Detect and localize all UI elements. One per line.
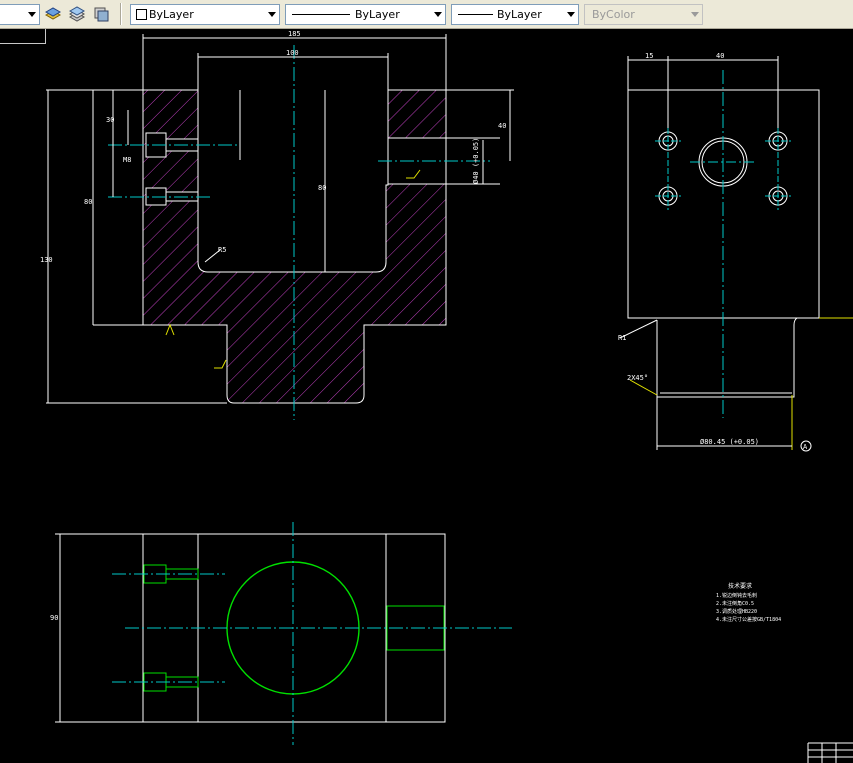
dim-base: Ø80.45 (+0.05): [700, 438, 759, 446]
plotstyle-dropdown: ByColor: [584, 4, 703, 25]
small-dropdown[interactable]: [0, 4, 40, 25]
dim-left-overall: 130: [40, 256, 53, 264]
title-block: [807, 742, 853, 763]
linetype-dropdown[interactable]: ByLayer: [285, 4, 446, 25]
technical-notes: 技术要求 1.锐边倒钝去毛刺 2.未注倒角C0.5 3.调质处理HB220 4.…: [716, 582, 781, 623]
toolbar-separator: [120, 3, 122, 25]
properties-toolbar: ByLayer ByLayer ByLayer ByColor: [0, 0, 853, 29]
dim-bolt-spacing: 30: [106, 116, 114, 124]
layer-previous-icon[interactable]: [44, 5, 62, 23]
front-section-view: 185 100 130 80 80 30 M8 R5 40 Ø40 (+0.05…: [40, 30, 514, 420]
color-swatch-icon: [136, 9, 147, 20]
dim-flange-width: 15: [645, 52, 653, 60]
dim-chamfer: 2X45°: [627, 374, 648, 382]
dim-slot-width: 100: [286, 49, 299, 57]
datum-label: A: [803, 443, 808, 451]
note-line-3: 3.调质处理HB220: [716, 608, 757, 615]
dim-bore-spacing: 40: [716, 52, 724, 60]
dim-bolt-size: M8: [123, 156, 131, 164]
color-dropdown[interactable]: ByLayer: [130, 4, 280, 25]
note-line-4: 4.未注尺寸公差按GB/T1804: [716, 616, 781, 623]
chevron-down-icon: [28, 12, 36, 17]
dim-inner-height: 80: [84, 198, 92, 206]
lineweight-value: ByLayer: [497, 8, 542, 21]
drawing-canvas[interactable]: 185 100 130 80 80 30 M8 R5 40 Ø40 (+0.05…: [0, 29, 853, 763]
dim-side-bore: Ø40 (+0.05): [472, 138, 480, 184]
dim-radius: R1: [618, 334, 626, 342]
dim-slot-depth: 80: [318, 184, 326, 192]
color-value: ByLayer: [149, 8, 194, 21]
note-line-1: 1.锐边倒钝去毛刺: [716, 592, 757, 599]
layer-isolate-icon[interactable]: [92, 5, 110, 23]
lineweight-dropdown[interactable]: ByLayer: [451, 4, 579, 25]
chevron-down-icon: [691, 12, 699, 17]
dim-top-overall: 185: [288, 30, 301, 38]
lineweight-sample-icon: [458, 14, 493, 15]
dim-side: 40: [498, 122, 506, 130]
plotstyle-value: ByColor: [592, 8, 635, 21]
chevron-down-icon: [567, 12, 575, 17]
linetype-value: ByLayer: [355, 8, 400, 21]
chevron-down-icon: [434, 12, 442, 17]
dim-plan-height: 90: [50, 614, 58, 622]
plan-view: 90: [50, 522, 512, 745]
notes-title: 技术要求: [728, 582, 752, 590]
linetype-sample-icon: [292, 14, 350, 15]
right-side-view: 15 40 Ø80.45 (+0.05) R1 2X45° A: [618, 52, 853, 452]
chevron-down-icon: [268, 12, 276, 17]
layer-states-icon[interactable]: [68, 5, 86, 23]
note-line-2: 2.未注倒角C0.5: [716, 600, 754, 607]
